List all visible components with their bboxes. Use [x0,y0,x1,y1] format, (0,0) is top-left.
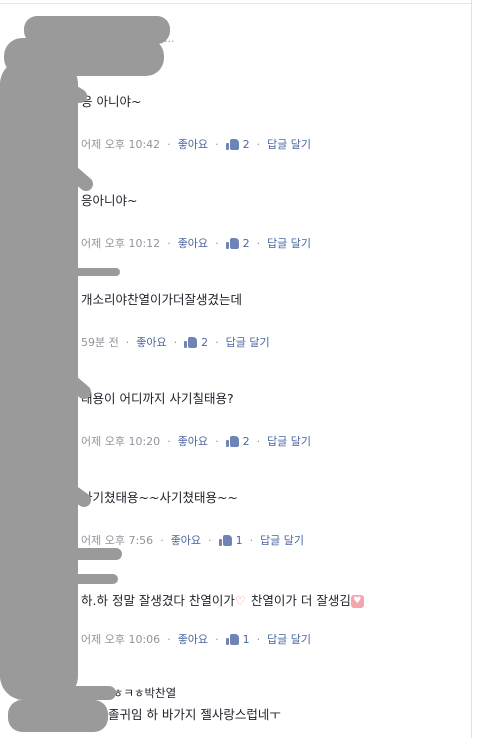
like-icon[interactable] [225,435,239,447]
timestamp[interactable]: 어제 오후 10:42 [81,136,160,152]
avatar[interactable] [17,268,49,322]
like-button[interactable]: 좋아요 [178,136,208,152]
comment-meta: 어제 오후 10:20 · 좋아요 · 2 · 답글 달기 [81,433,311,449]
comment-author-line: ㅋㅎㅋㅎㅋㅎ박찬열 [81,686,177,700]
like-count[interactable]: 2 [243,237,250,250]
like-icon[interactable] [225,633,239,645]
timestamp[interactable]: 어제 오후 10:12 [81,235,160,251]
timestamp[interactable]: 어제 오후 10:06 [81,631,160,647]
reply-button[interactable]: 답글 달기 [267,235,311,251]
comment-text-part: 찬열이가 더 잘생김 [250,593,351,608]
like-icon[interactable] [225,237,239,249]
like-button[interactable]: 좋아요 [171,532,201,548]
avatar[interactable] [17,676,49,730]
timestamp[interactable]: 59분 전 [81,334,119,350]
like-count[interactable]: 2 [243,138,250,151]
timestamp[interactable]: 어제 오후 7:56 [81,532,153,548]
separator: · [215,335,219,349]
separator: · [208,533,212,547]
like-button[interactable]: 좋아요 [178,631,208,647]
separator: · [215,434,219,448]
heart-icon: ♥ [350,595,364,608]
comment-meta: 어제 오후 10:12 · 좋아요 · 2 · 답글 달기 [81,235,311,251]
separator: · [256,236,261,250]
reply-button[interactable]: 답글 달기 [267,631,311,647]
separator: · [215,236,219,250]
separator: · [256,434,261,448]
reply-button[interactable]: 답글 달기 [267,136,311,152]
top-divider [0,3,471,4]
avatar[interactable] [17,382,49,436]
like-count[interactable]: 1 [236,534,243,547]
avatar[interactable] [17,170,49,224]
right-border [471,0,472,738]
comment-text-part: 하.하 정말 잘생겼다 찬열이가 [81,593,235,608]
separator: · [167,236,171,250]
comment-meta: 어제 오후 10:06 · 좋아요 · 1 · 답글 달기 [81,631,311,647]
reply-button[interactable]: 답글 달기 [226,334,270,350]
timestamp[interactable]: 어제 오후 10:20 [81,433,160,449]
comment-text: 태용이 어디까지 사기칠태용? [81,391,234,406]
heart-icon: ♡ [234,594,246,608]
separator: · [125,335,130,349]
reply-button[interactable]: 답글 달기 [260,532,304,548]
comment-text: 개소리야찬열이가더잘생겼는데 [81,292,243,307]
reply-button[interactable]: 답글 달기 [267,433,311,449]
comment-text: 사기쳤태용~~사기쳤태용~~ [81,490,238,505]
like-icon[interactable] [225,138,239,150]
comment-text: 진짜 졸귀임 하 바가지 젤사랑스럽네ㅜ [81,707,281,722]
comment-text: 응아니야~ [81,193,138,208]
comment-meta: 어제 오후 7:56 · 좋아요 · 1 · 답글 달기 [81,532,304,548]
separator: · [256,137,261,151]
avatar[interactable] [17,480,49,534]
separator: · [173,335,178,349]
reply-hint[interactable]: 답글 달기... [120,30,174,46]
comment-text: 응 아니야~ [81,94,142,109]
separator: · [167,137,171,151]
separator: · [160,533,164,547]
comment-meta: 어제 오후 10:42 · 좋아요 · 2 · 답글 달기 [81,136,311,152]
comment-text: 하.하 정말 잘생겼다 찬열이가♡ 찬열이가 더 잘생김 ♥ [81,590,364,609]
separator: · [256,632,261,646]
separator: · [215,632,219,646]
like-count[interactable]: 2 [201,336,208,349]
comment-meta: 59분 전 · 좋아요 · 2 · 답글 달기 [81,334,270,350]
like-button[interactable]: 좋아요 [178,235,208,251]
redaction-scribble [0,16,170,732]
like-icon[interactable] [184,336,198,348]
separator: · [167,632,171,646]
like-button[interactable]: 좋아요 [178,433,208,449]
like-count[interactable]: 1 [243,633,250,646]
separator: · [167,434,171,448]
separator: · [249,533,254,547]
like-icon[interactable] [218,534,232,546]
separator: · [215,137,219,151]
like-button[interactable]: 좋아요 [136,334,166,350]
like-count[interactable]: 2 [243,435,250,448]
